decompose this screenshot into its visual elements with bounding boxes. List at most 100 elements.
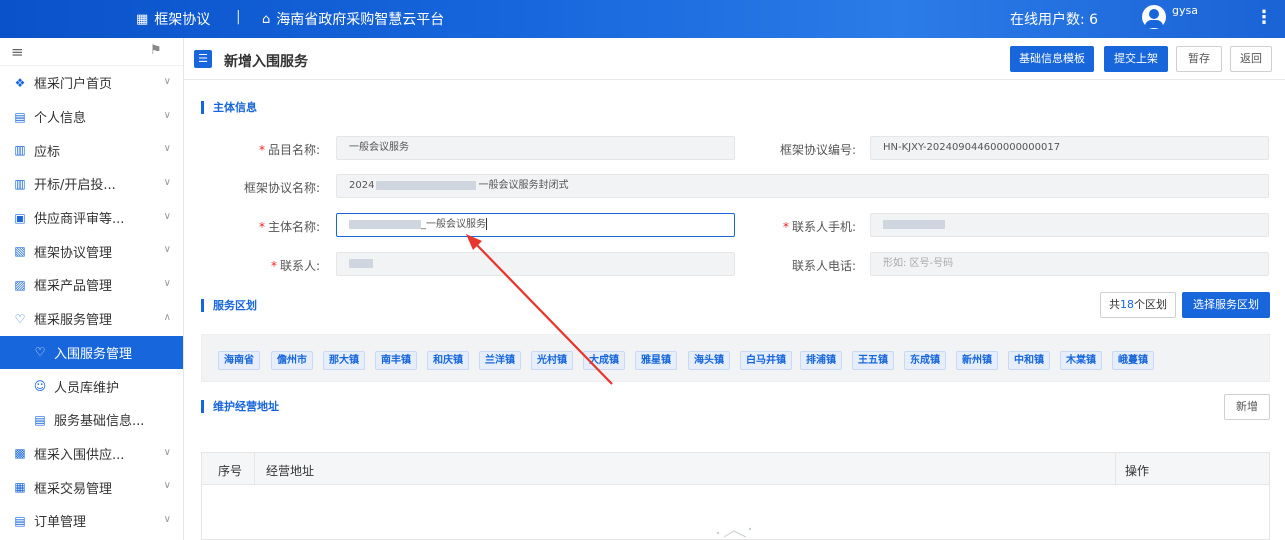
subject-name-input[interactable]: _一般会议服务 xyxy=(336,213,735,237)
area-tag[interactable]: 光村镇 xyxy=(531,351,573,370)
item-name-label: * 品目名称: xyxy=(258,143,320,157)
id-card-icon: ▤ xyxy=(34,412,46,427)
sidebar-item-label: 开标/开启投... xyxy=(34,178,116,194)
sidebar-item-shortlisted-services[interactable]: ♡ 入围服务管理 xyxy=(0,335,183,370)
sidebar-item-label: 框采产品管理 xyxy=(34,279,113,295)
top-header-bar: ▦ 框架协议 | ⌂ 海南省政府采购智慧云平台 在线用户数: 6 gysa ⋮ xyxy=(0,0,1285,38)
sidebar-item-service-basic-info[interactable]: ▤ 服务基础信息... xyxy=(0,403,183,437)
area-tag[interactable]: 白马井镇 xyxy=(740,351,792,370)
area-tag[interactable]: 兰洋镇 xyxy=(479,351,521,370)
title-separator: | xyxy=(236,9,241,25)
monitor-icon: ▣ xyxy=(14,210,26,225)
area-tag[interactable]: 儋州市 xyxy=(271,351,313,370)
sidebar-item-personnel-library[interactable]: ☺ 人员库维护 xyxy=(0,369,183,403)
chevron-down-icon: ∨ xyxy=(163,480,171,492)
chevron-down-icon: ∨ xyxy=(163,109,171,121)
sidebar-item-product-management[interactable]: ▨ 框采产品管理 ∨ xyxy=(0,268,183,302)
contact-phone-input[interactable]: 形如: 区号-号码 xyxy=(870,252,1269,276)
column-divider xyxy=(1115,453,1116,485)
area-tag[interactable]: 大成镇 xyxy=(583,351,625,370)
sidebar-item-label: 框采交易管理 xyxy=(34,481,113,497)
home-icon: ⌂ xyxy=(262,11,271,27)
sidebar-item-label: 订单管理 xyxy=(34,515,87,531)
area-tag[interactable]: 和庆镇 xyxy=(427,351,469,370)
agreement-number-field[interactable]: HN-KJXY-202409044600000000017 xyxy=(870,136,1269,160)
back-button[interactable]: 返回 xyxy=(1230,46,1272,72)
service-icon: ♡ xyxy=(34,345,46,360)
sidebar-item-label: 框采门户首页 xyxy=(34,77,113,93)
chevron-down-icon: ∨ xyxy=(163,278,171,290)
select-service-area-button[interactable]: 选择服务区划 xyxy=(1182,292,1270,318)
sidebar-item-label: 入围服务管理 xyxy=(54,346,133,362)
site-brand[interactable]: ⌂ 海南省政府采购智慧云平台 xyxy=(262,9,444,29)
agreement-name-field[interactable]: 2024 一般会议服务封闭式 xyxy=(336,174,1269,198)
area-tag[interactable]: 峨蔓镇 xyxy=(1112,351,1154,370)
order-icon: ▤ xyxy=(14,513,26,528)
sidebar-item-order-management[interactable]: ▤ 订单管理 ∨ xyxy=(0,504,183,538)
sidebar-toolbar: ≡ ⚑ xyxy=(0,38,183,66)
service-area-tags: 海南省 儋州市 那大镇 南丰镇 和庆镇 兰洋镇 光村镇 大成镇 雅星镇 海头镇 … xyxy=(201,334,1270,382)
area-tag[interactable]: 雅星镇 xyxy=(635,351,677,370)
sidebar-item-label: 个人信息 xyxy=(34,111,87,127)
user-avatar-icon[interactable] xyxy=(1142,5,1166,29)
contact-mobile-label: * 联系人手机: xyxy=(782,220,856,234)
more-menu-icon[interactable]: ⋮ xyxy=(1255,7,1273,29)
contact-mobile-field[interactable] xyxy=(870,213,1269,237)
section-title-main-info: 主体信息 xyxy=(201,101,257,114)
contact-person-label: * 联系人: xyxy=(270,259,320,273)
grid-icon: ▦ xyxy=(136,11,149,27)
grid-icon: ❖ xyxy=(14,75,26,90)
sidebar-item-supplier-review[interactable]: ▣ 供应商评审等... ∨ xyxy=(0,201,183,235)
redacted-text xyxy=(883,219,945,229)
chevron-down-icon: ∨ xyxy=(163,513,171,525)
framework-brand[interactable]: ▦ 框架协议 xyxy=(136,9,210,29)
area-tag[interactable]: 那大镇 xyxy=(323,351,365,370)
sidebar-item-service-management[interactable]: ♡ 框采服务管理 ∧ xyxy=(0,302,183,336)
sidebar-item-label: 框架协议管理 xyxy=(34,245,113,261)
sidebar: ≡ ⚑ ❖ 框采门户首页 ∨ ▤ 个人信息 ∨ ▥ 应标 ∨ ▥ 开标/开启投.… xyxy=(0,38,184,540)
document-icon: ▥ xyxy=(14,176,26,191)
basic-info-template-button[interactable]: 基础信息模板 xyxy=(1010,46,1094,72)
area-tag[interactable]: 东成镇 xyxy=(904,351,946,370)
submit-listing-button[interactable]: 提交上架 xyxy=(1104,46,1168,72)
empty-state-icon xyxy=(710,525,760,539)
area-tag[interactable]: 中和镇 xyxy=(1008,351,1050,370)
page-header: ☰ 新增入围服务 基础信息模板 提交上架 暂存 返回 xyxy=(184,38,1285,80)
contact-phone-label: 联系人电话: xyxy=(791,259,856,273)
page-title: 新增入围服务 xyxy=(224,54,308,70)
save-draft-button[interactable]: 暂存 xyxy=(1176,46,1222,72)
framework-title: 框架协议 xyxy=(154,12,211,28)
column-divider xyxy=(254,453,255,485)
area-tag[interactable]: 海南省 xyxy=(218,351,260,370)
sidebar-item-portal-home[interactable]: ❖ 框采门户首页 ∨ xyxy=(0,66,183,100)
agreement-number-label: 框架协议编号: xyxy=(779,143,856,157)
sidebar-item-bidding[interactable]: ▥ 应标 ∨ xyxy=(0,133,183,167)
sidebar-item-shortlisted-suppliers[interactable]: ▩ 框采入围供应... ∨ xyxy=(0,437,183,471)
area-tag[interactable]: 排浦镇 xyxy=(800,351,842,370)
redacted-text xyxy=(349,219,421,229)
contact-person-field[interactable] xyxy=(336,252,735,276)
sidebar-item-trade-management[interactable]: ▦ 框采交易管理 ∨ xyxy=(0,470,183,504)
sidebar-item-label: 人员库维护 xyxy=(54,380,120,396)
add-address-button[interactable]: 新增 xyxy=(1224,394,1270,420)
item-name-field[interactable]: 一般会议服务 xyxy=(336,136,735,160)
sidebar-item-agreement-management[interactable]: ▧ 框架协议管理 ∨ xyxy=(0,234,183,268)
pin-icon[interactable]: ⚑ xyxy=(150,43,162,58)
sidebar-item-personal-info[interactable]: ▤ 个人信息 ∨ xyxy=(0,100,183,134)
area-tag[interactable]: 新州镇 xyxy=(956,351,998,370)
chevron-down-icon: ∨ xyxy=(163,244,171,256)
sidebar-item-label: 供应商评审等... xyxy=(34,212,125,228)
online-users-count: 在线用户数: 6 xyxy=(1010,12,1099,28)
username[interactable]: gysa xyxy=(1172,4,1198,17)
contract-icon: ▧ xyxy=(14,244,26,259)
area-tag[interactable]: 海头镇 xyxy=(688,351,730,370)
area-tag[interactable]: 王五镇 xyxy=(852,351,894,370)
area-tag[interactable]: 木棠镇 xyxy=(1060,351,1102,370)
section-title-service-area: 服务区划 xyxy=(201,299,257,312)
product-icon: ▨ xyxy=(14,277,26,292)
area-tag[interactable]: 南丰镇 xyxy=(375,351,417,370)
area-count-button[interactable]: 共18个区划 xyxy=(1100,292,1176,318)
sidebar-item-bid-opening[interactable]: ▥ 开标/开启投... ∨ xyxy=(0,167,183,201)
column-header-address: 经营地址 xyxy=(266,464,315,478)
menu-toggle-icon[interactable]: ≡ xyxy=(11,43,24,61)
